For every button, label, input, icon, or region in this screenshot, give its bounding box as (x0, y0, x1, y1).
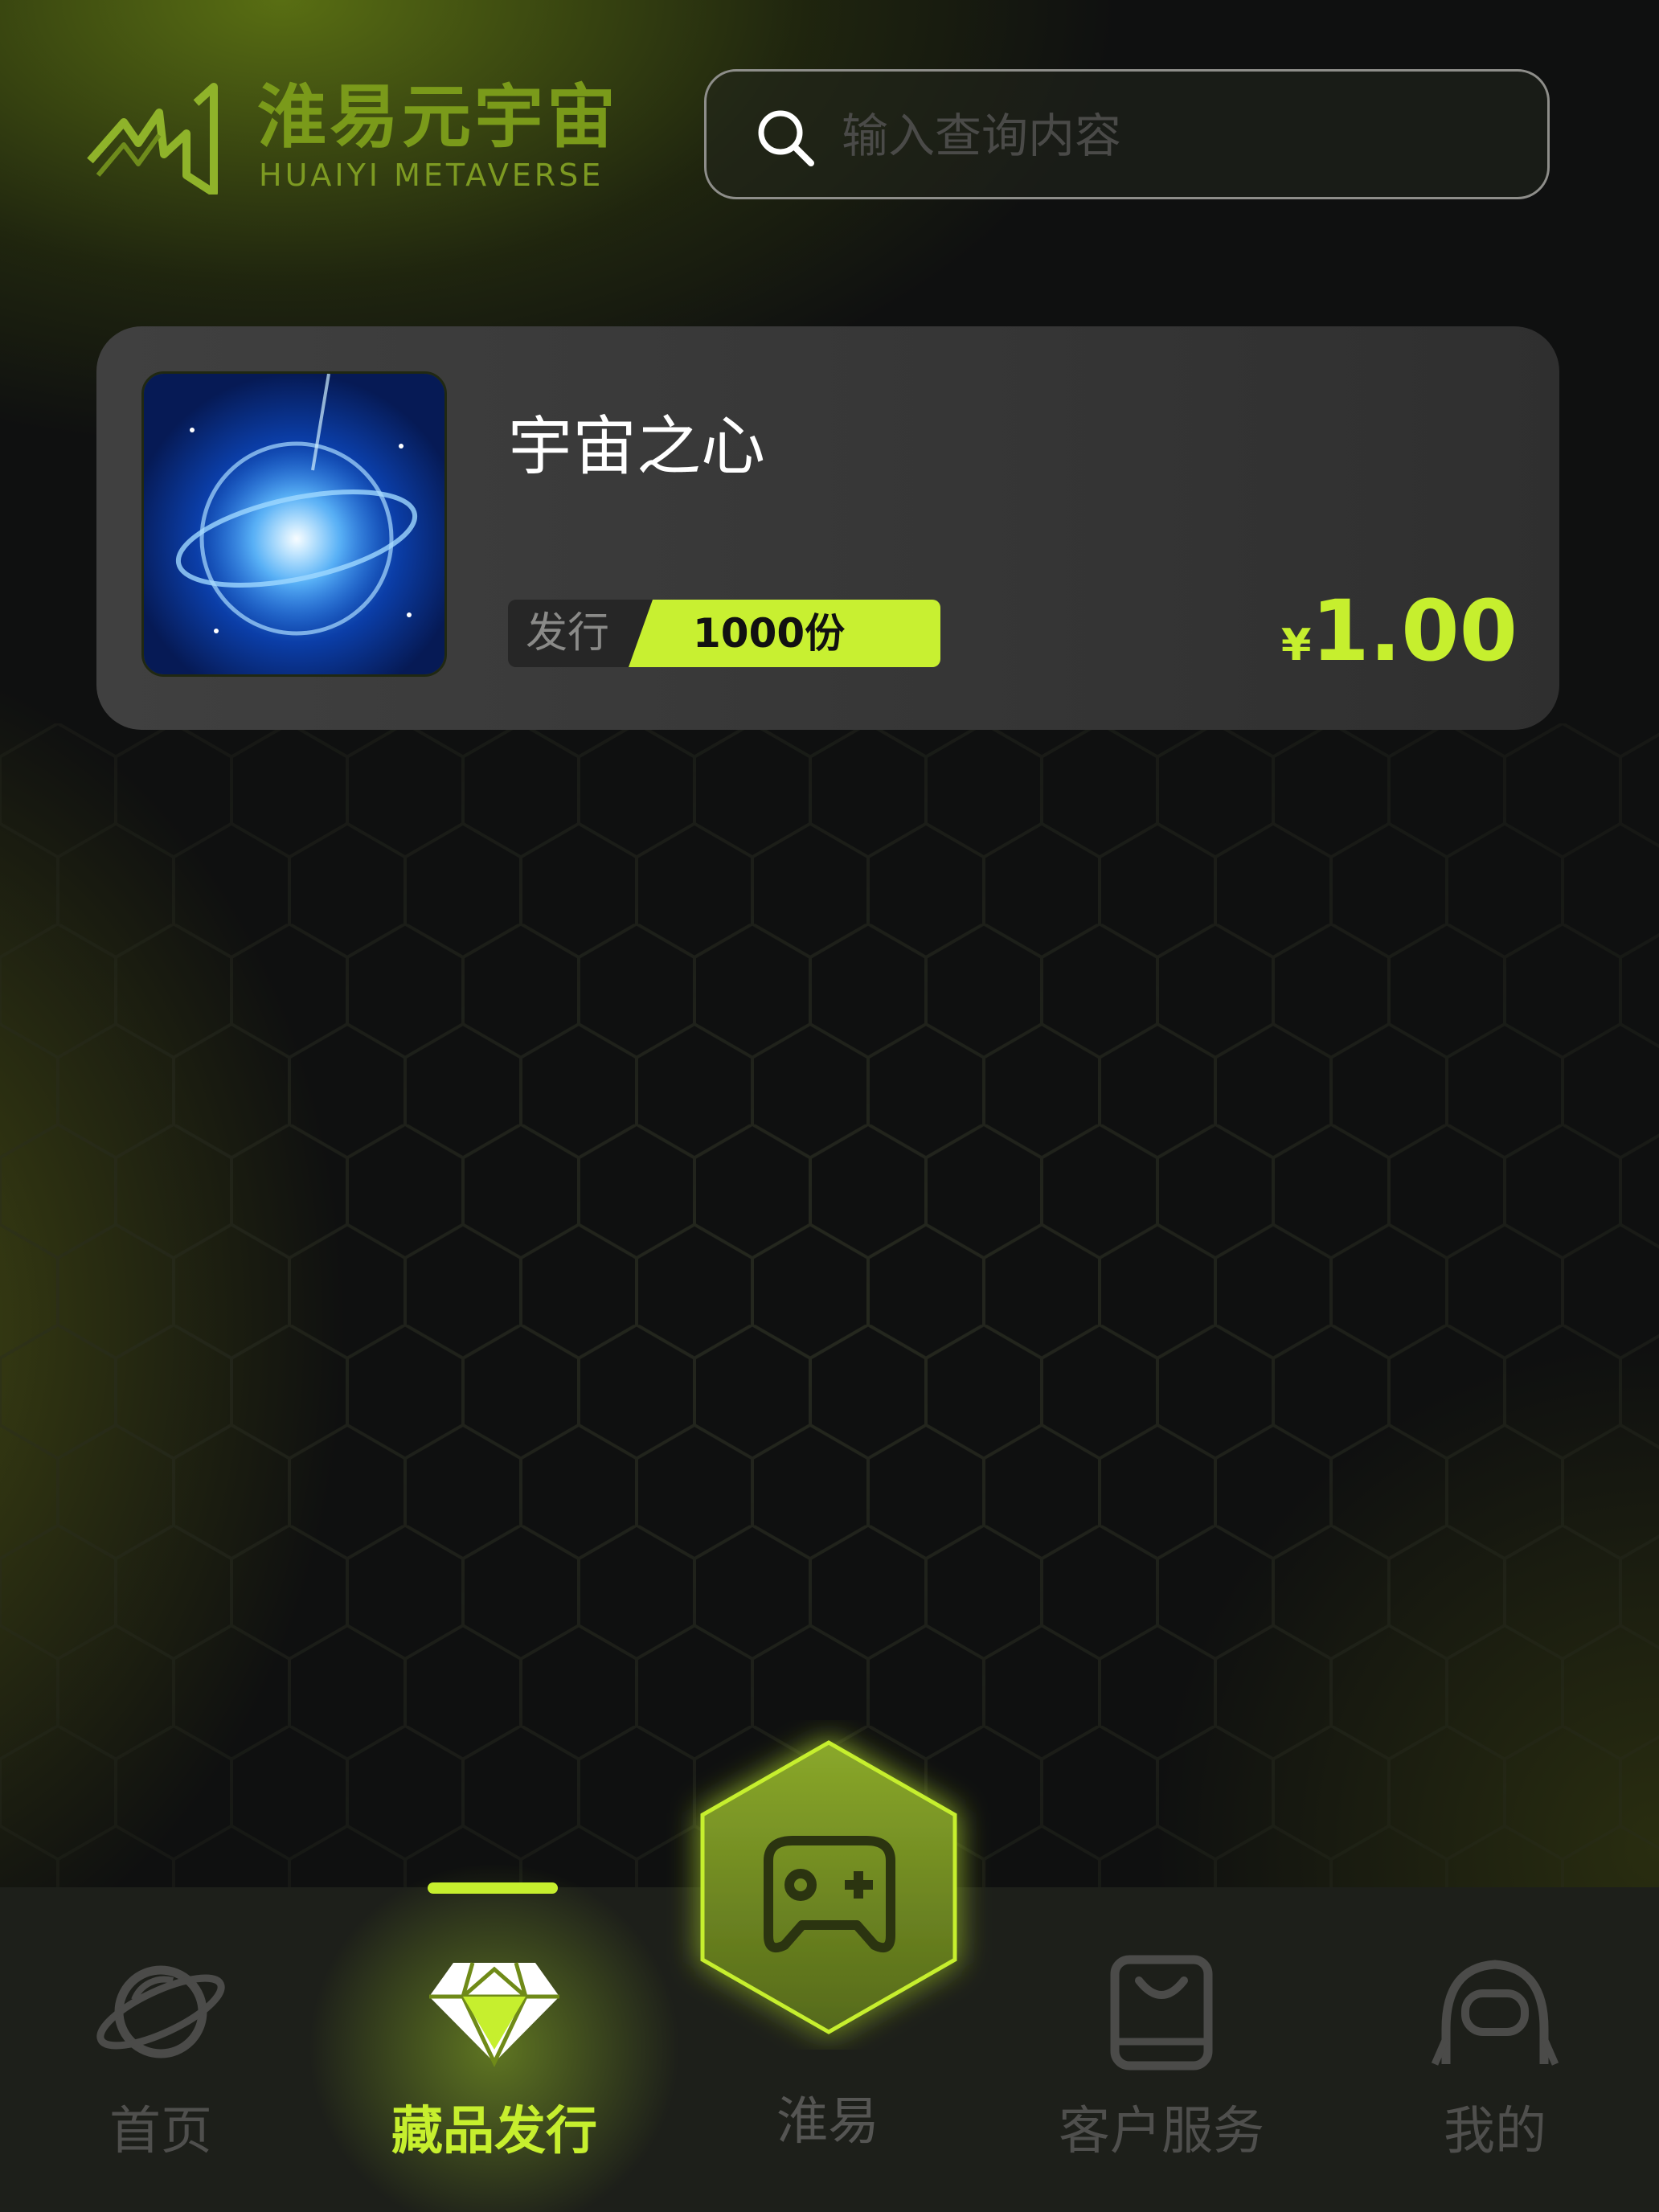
price: ¥1.00 (1281, 582, 1518, 680)
nav-item-customer-service[interactable]: 客户服务 (1049, 1887, 1274, 2212)
nav-label-home: 首页 (109, 2102, 212, 2161)
collection-title: 宇宙之心 (508, 409, 765, 484)
gamepad-hex-button[interactable] (656, 1720, 1002, 2050)
logo-subtitle: HUAIYI METAVERSE (259, 158, 604, 193)
search-icon (758, 110, 814, 166)
nav-label-profile: 我的 (1444, 2102, 1546, 2161)
hexagon-pattern-background (0, 723, 1659, 1889)
nav-item-profile[interactable]: 我的 (1382, 1887, 1608, 2212)
collection-card[interactable]: 宇宙之心 发行 1000份 ¥1.00 (96, 326, 1559, 730)
nav-item-home[interactable]: 首页 (48, 1887, 273, 2212)
nav-label-customer-service: 客户服务 (1059, 2102, 1264, 2161)
nav-label-collections: 藏品发行 (391, 2102, 597, 2161)
shopping-bag-icon (1110, 1955, 1213, 2071)
nav-label-huaiyi[interactable]: 淮易 (707, 2090, 948, 2154)
collection-thumbnail (141, 371, 447, 677)
nav-item-collections[interactable]: 藏品发行 (382, 1887, 607, 2212)
logo-mark-icon (87, 83, 218, 195)
astronaut-icon (1431, 1960, 1559, 2066)
issue-badge: 发行 1000份 (508, 600, 940, 667)
app-logo[interactable]: 淮易元宇宙 HUAIYI METAVERSE (87, 77, 617, 198)
search-bar[interactable]: 输入查询内容 (704, 69, 1550, 199)
planet-icon (96, 1965, 225, 2058)
diamond-icon (429, 1962, 559, 2067)
price-value: 1.00 (1311, 582, 1518, 680)
search-input[interactable]: 输入查询内容 (842, 104, 1121, 168)
price-currency: ¥ (1280, 620, 1312, 670)
issue-count: 1000份 (629, 600, 940, 667)
cosmic-orb-image (144, 374, 444, 674)
logo-title: 淮易元宇宙 (257, 77, 619, 158)
